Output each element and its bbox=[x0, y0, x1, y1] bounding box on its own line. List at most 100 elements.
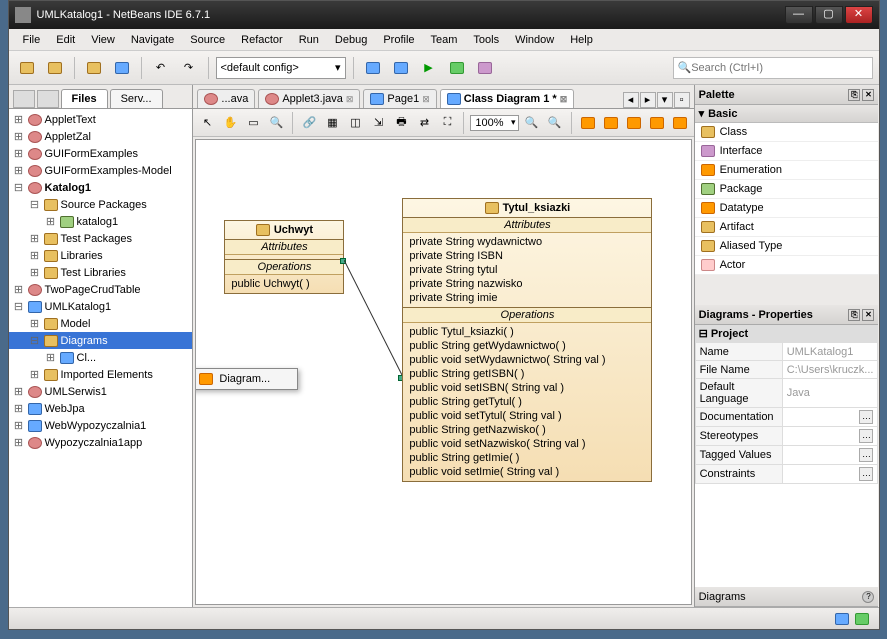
fit-icon[interactable]: ⛶ bbox=[437, 113, 457, 133]
property-row[interactable]: File NameC:\Users\kruczk... bbox=[695, 361, 878, 379]
files-tab[interactable]: Files bbox=[61, 89, 108, 108]
resize-handle[interactable] bbox=[340, 258, 346, 264]
tab-next-icon[interactable]: ▸ bbox=[640, 92, 656, 108]
tree-toggle-icon[interactable]: ⊞ bbox=[13, 283, 25, 296]
palette-item[interactable]: Aliased Type bbox=[695, 237, 879, 256]
prop-value[interactable]: … bbox=[782, 408, 878, 427]
prop-value[interactable]: … bbox=[782, 465, 878, 484]
tab-close-icon[interactable]: ⊠ bbox=[346, 94, 354, 105]
relations-icon[interactable]: ⇄ bbox=[414, 113, 434, 133]
prop-value[interactable]: … bbox=[782, 427, 878, 446]
select-tool-icon[interactable]: ↖ bbox=[197, 113, 217, 133]
export-icon[interactable]: ⇲ bbox=[368, 113, 388, 133]
align2-icon[interactable] bbox=[601, 113, 621, 133]
search-box[interactable]: 🔍 bbox=[673, 57, 873, 79]
tree-row[interactable]: ⊟UMLKatalog1 bbox=[9, 298, 193, 315]
zoom-out-icon[interactable]: 🔍 bbox=[545, 113, 565, 133]
uml-member[interactable]: public void setNazwisko( String val ) bbox=[409, 437, 645, 451]
tree-row[interactable]: ⊞AppletText bbox=[9, 111, 193, 128]
property-row[interactable]: NameUMLKatalog1 bbox=[695, 343, 878, 361]
uml-class-uchwyt[interactable]: Uchwyt Attributes Operations public Uchw… bbox=[224, 220, 344, 294]
menu-source[interactable]: Source bbox=[182, 32, 233, 48]
editor-tab[interactable]: ...ava bbox=[197, 89, 255, 108]
panel-pin-icon[interactable]: ⎘ bbox=[848, 309, 860, 321]
overview-icon[interactable]: ▦ bbox=[322, 113, 342, 133]
zoom-tool-icon[interactable]: 🔍 bbox=[266, 113, 286, 133]
tree-toggle-icon[interactable]: ⊞ bbox=[13, 402, 25, 415]
uml-class-tytul[interactable]: Tytul_ksiazki Attributes private String … bbox=[402, 198, 652, 482]
context-submenu[interactable]: Diagram... bbox=[195, 368, 298, 390]
zoom-in-icon[interactable]: 🔍 bbox=[522, 113, 542, 133]
tree-toggle-icon[interactable]: ⊞ bbox=[13, 147, 25, 160]
tree-row[interactable]: ⊞WebWypozyczalnia1 bbox=[9, 417, 193, 434]
minimize-button[interactable]: — bbox=[785, 6, 813, 24]
uml-member[interactable]: public void setISBN( String val ) bbox=[409, 381, 645, 395]
open-icon[interactable] bbox=[82, 56, 106, 80]
close-button[interactable]: ✕ bbox=[845, 6, 873, 24]
tree-toggle-icon[interactable]: ⊞ bbox=[45, 215, 57, 228]
tree-row[interactable]: ⊞GUIFormExamples bbox=[9, 145, 193, 162]
prop-value[interactable]: C:\Users\kruczk... bbox=[782, 361, 878, 379]
tree-row[interactable]: ⊞katalog1 bbox=[9, 213, 193, 230]
uml-member[interactable]: public String getISBN( ) bbox=[409, 367, 645, 381]
panel-close-icon[interactable]: ✕ bbox=[862, 89, 874, 101]
tree-row[interactable]: ⊞Cl... bbox=[9, 349, 193, 366]
tree-toggle-icon[interactable]: ⊞ bbox=[29, 249, 41, 262]
config-dropdown[interactable]: <default config> bbox=[216, 57, 346, 79]
property-row[interactable]: Documentation… bbox=[695, 408, 878, 427]
menu-view[interactable]: View bbox=[83, 32, 123, 48]
editor-tab[interactable]: Applet3.java⊠ bbox=[258, 89, 360, 108]
pan-tool-icon[interactable]: ✋ bbox=[220, 113, 240, 133]
build-icon[interactable] bbox=[361, 56, 385, 80]
maximize-button[interactable]: ▢ bbox=[815, 6, 843, 24]
menu-file[interactable]: File bbox=[15, 32, 49, 48]
uml-member[interactable]: public void setTytul( String val ) bbox=[409, 409, 645, 423]
tab-max-icon[interactable]: ▫ bbox=[674, 92, 690, 108]
new-file-icon[interactable] bbox=[15, 56, 39, 80]
projects-tab-icon[interactable] bbox=[13, 90, 35, 108]
uml-member[interactable]: private String wydawnictwo bbox=[409, 235, 645, 249]
tree-toggle-icon[interactable]: ⊞ bbox=[13, 130, 25, 143]
property-row[interactable]: Tagged Values… bbox=[695, 446, 878, 465]
tree-toggle-icon[interactable]: ⊟ bbox=[13, 300, 25, 313]
status-icon-1[interactable] bbox=[835, 613, 849, 625]
print-icon[interactable]: 🖶 bbox=[391, 113, 411, 133]
uml-member[interactable]: public Tytul_ksiazki( ) bbox=[409, 325, 645, 339]
palette-scroll[interactable]: ▾Basic ClassInterfaceEnumerationPackageD… bbox=[695, 105, 879, 305]
tree-row[interactable]: ⊞Wypozyczalnia1app bbox=[9, 434, 193, 451]
project-tree[interactable]: ⊞AppletText⊞AppletZal⊞GUIFormExamples⊞GU… bbox=[9, 109, 193, 607]
menu-diagram[interactable]: Diagram... bbox=[195, 369, 297, 389]
panel-pin-icon[interactable]: ⎘ bbox=[848, 89, 860, 101]
menu-refactor[interactable]: Refactor bbox=[233, 32, 291, 48]
palette-item[interactable]: Package bbox=[695, 180, 879, 199]
tree-toggle-icon[interactable]: ⊟ bbox=[13, 181, 25, 194]
profile-icon[interactable] bbox=[473, 56, 497, 80]
diagram-canvas[interactable]: Uchwyt Attributes Operations public Uchw… bbox=[195, 139, 691, 605]
menu-tools[interactable]: Tools bbox=[465, 32, 507, 48]
prop-edit-icon[interactable]: … bbox=[859, 467, 873, 481]
uml-member[interactable]: private String ISBN bbox=[409, 249, 645, 263]
tree-toggle-icon[interactable]: ⊞ bbox=[29, 266, 41, 279]
menu-edit[interactable]: Edit bbox=[48, 32, 83, 48]
tree-row[interactable]: ⊞Libraries bbox=[9, 247, 193, 264]
tree-toggle-icon[interactable]: ⊞ bbox=[45, 351, 57, 364]
tree-row[interactable]: ⊞Model bbox=[9, 315, 193, 332]
uml-member[interactable]: public void setWydawnictwo( String val ) bbox=[409, 353, 645, 367]
prop-edit-icon[interactable]: … bbox=[859, 448, 873, 462]
tab-prev-icon[interactable]: ◂ bbox=[623, 92, 639, 108]
tree-toggle-icon[interactable]: ⊞ bbox=[13, 385, 25, 398]
tree-toggle-icon[interactable]: ⊟ bbox=[29, 198, 41, 211]
palette-item[interactable]: Enumeration bbox=[695, 161, 879, 180]
nav-link-icon[interactable]: 🔗 bbox=[299, 113, 319, 133]
menu-team[interactable]: Team bbox=[423, 32, 466, 48]
palette-item[interactable]: Datatype bbox=[695, 199, 879, 218]
search-input[interactable] bbox=[691, 62, 867, 74]
tree-row[interactable]: ⊞AppletZal bbox=[9, 128, 193, 145]
tree-row[interactable]: ⊟Source Packages bbox=[9, 196, 193, 213]
save-icon[interactable] bbox=[110, 56, 134, 80]
layout-icon[interactable]: ◫ bbox=[345, 113, 365, 133]
tab-close-icon[interactable]: ⊠ bbox=[560, 94, 568, 105]
align4-icon[interactable] bbox=[647, 113, 667, 133]
run-icon[interactable]: ▶ bbox=[417, 56, 441, 80]
help-icon[interactable]: ? bbox=[862, 591, 874, 603]
